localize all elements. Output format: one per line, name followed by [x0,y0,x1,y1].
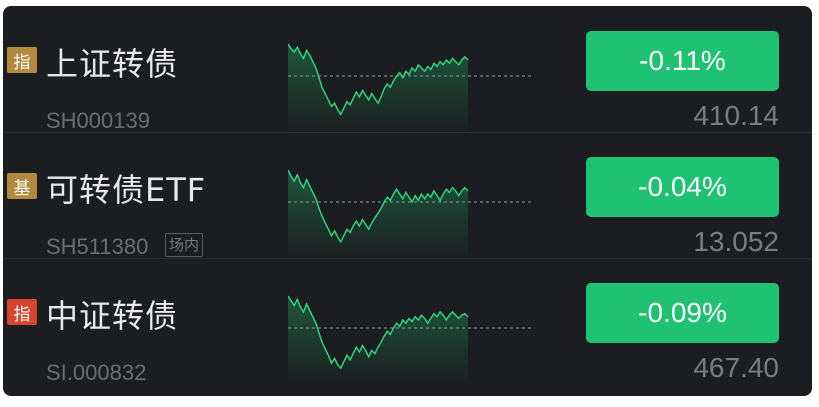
security-code: SI.000832 [46,360,147,385]
last-price: 467.40 [693,352,779,383]
intraday-sparkline [288,295,534,382]
security-code: SH000139 [46,108,150,133]
sparkline-area [288,296,468,382]
watchlist-row-shang-zheng-zhuan-zhai[interactable]: 指 上证转债 SH000139 -0.11% 410.14 [3,6,812,133]
watchlist-row-ke-zhuan-zhai-etf[interactable]: 基 可转债ETF SH511380 场内 -0.04% 13.052 [3,132,812,259]
last-price: 13.052 [693,226,779,257]
security-code: SH511380 [46,234,149,259]
exchange-traded-badge: 场内 [165,233,204,257]
index-tag: 指 [7,299,37,325]
index-tag: 指 [7,47,37,73]
change-percent-button[interactable]: -0.04% [586,157,779,217]
fund-tag: 基 [7,173,37,199]
watchlist-panel: 指 上证转债 SH000139 -0.11% 410.14 基 可转债ETF S… [3,6,812,396]
sparkline-area [288,44,468,130]
intraday-sparkline [288,43,534,130]
change-percent-button[interactable]: -0.11% [586,31,779,91]
last-price: 410.14 [693,100,779,131]
security-name: 中证转债 [46,297,179,335]
security-name: 可转债ETF [46,171,207,209]
change-percent-button[interactable]: -0.09% [586,283,779,343]
security-name: 上证转债 [46,45,179,83]
intraday-sparkline [288,169,534,256]
watchlist-row-zhong-zheng-zhuan-zhai[interactable]: 指 中证转债 SI.000832 -0.09% 467.40 [3,258,812,396]
